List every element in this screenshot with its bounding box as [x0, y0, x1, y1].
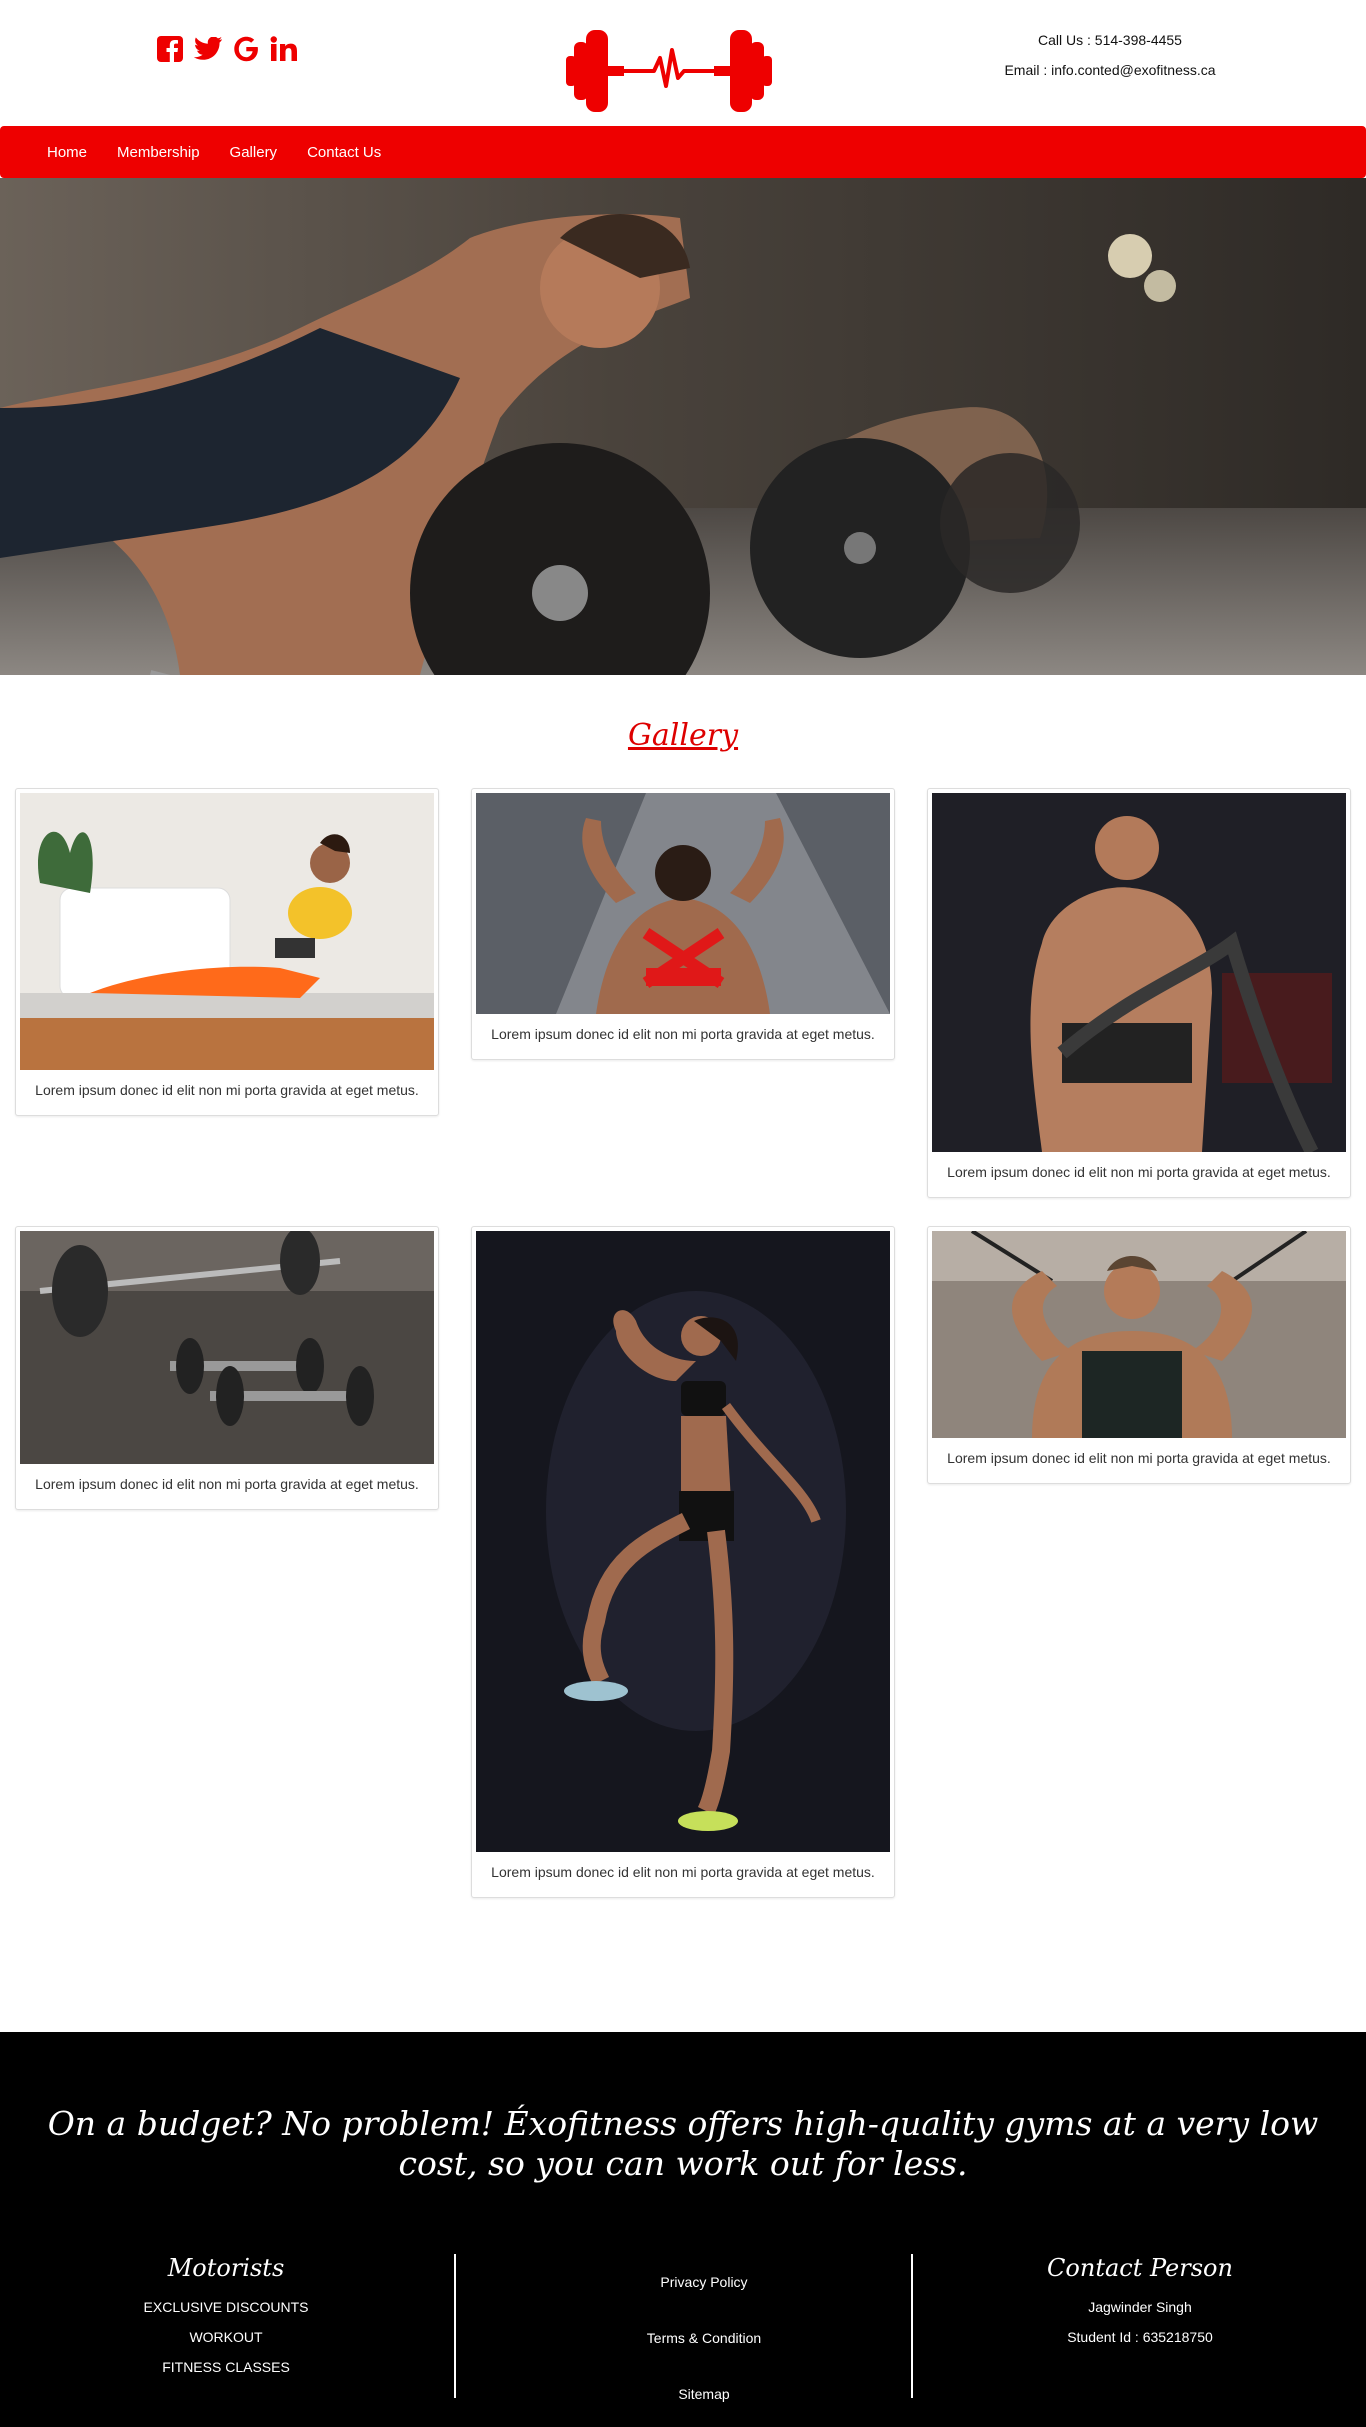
footer-divider	[911, 2254, 913, 2398]
footer-motorists-column: Motorists EXCLUSIVE DISCOUNTS WORKOUT FI…	[16, 2254, 436, 2382]
gallery-photo-woman-stretching	[20, 793, 434, 1070]
gallery-photo-man-cable-pull	[932, 1231, 1346, 1438]
nav-list: Home Membership Gallery Contact Us	[0, 126, 1366, 178]
footer-motorists-item[interactable]: FITNESS CLASSES	[16, 2352, 436, 2382]
gallery-photo-dumbbells	[20, 1231, 434, 1464]
gallery-card[interactable]: Lorem ipsum donec id elit non mi porta g…	[15, 788, 439, 1116]
gallery-card[interactable]: Lorem ipsum donec id elit non mi porta g…	[927, 1226, 1351, 1484]
header-contact: Call Us : 514-398-4455 Email : info.cont…	[960, 30, 1260, 90]
gallery-photo-woman-back-flex	[476, 793, 890, 1014]
gallery-caption: Lorem ipsum donec id elit non mi porta g…	[35, 1082, 419, 1098]
footer-contact-title: Contact Person	[1047, 2254, 1233, 2282]
dumbbell-logo[interactable]	[566, 28, 772, 114]
footer-privacy-link[interactable]: Privacy Policy	[494, 2272, 914, 2328]
nav-contact-us[interactable]: Contact Us	[292, 144, 396, 161]
nav-gallery[interactable]: Gallery	[215, 144, 293, 161]
gallery-caption: Lorem ipsum donec id elit non mi porta g…	[947, 1164, 1331, 1180]
header-email[interactable]: Email : info.conted@exofitness.ca	[960, 60, 1260, 90]
footer-divider	[454, 2254, 456, 2398]
gallery-heading: Gallery	[627, 718, 739, 753]
gallery-photo-woman-jumping	[476, 1231, 890, 1852]
gallery-caption: Lorem ipsum donec id elit non mi porta g…	[947, 1450, 1331, 1466]
footer-contact-column: Contact Person Jagwinder Singh Student I…	[930, 2254, 1350, 2352]
facebook-icon[interactable]	[156, 34, 184, 64]
nav-home[interactable]: Home	[32, 144, 102, 161]
footer-links-column: Privacy Policy Terms & Condition Sitemap	[494, 2272, 914, 2427]
footer-contact-name: Jagwinder Singh	[1088, 2299, 1192, 2315]
google-icon[interactable]	[232, 34, 260, 64]
gallery-caption: Lorem ipsum donec id elit non mi porta g…	[35, 1476, 419, 1492]
gallery-caption: Lorem ipsum donec id elit non mi porta g…	[491, 1026, 875, 1042]
gallery-caption: Lorem ipsum donec id elit non mi porta g…	[491, 1864, 875, 1880]
footer-tagline: On a budget? No problem! Éxofitness offe…	[47, 2104, 1319, 2183]
twitter-icon[interactable]	[194, 34, 222, 64]
nav-membership[interactable]: Membership	[102, 144, 215, 161]
footer-terms-link[interactable]: Terms & Condition	[494, 2328, 914, 2384]
main-navbar: Home Membership Gallery Contact Us	[0, 126, 1366, 178]
header-phone: Call Us : 514-398-4455	[1038, 32, 1182, 48]
gallery-card[interactable]: Lorem ipsum donec id elit non mi porta g…	[927, 788, 1351, 1198]
footer-motorists-item[interactable]: EXCLUSIVE DISCOUNTS	[16, 2292, 436, 2322]
hero-banner-image	[0, 178, 1366, 675]
gallery-card[interactable]: Lorem ipsum donec id elit non mi porta g…	[15, 1226, 439, 1510]
footer-sitemap-link[interactable]: Sitemap	[494, 2384, 914, 2427]
site-footer: On a budget? No problem! Éxofitness offe…	[0, 2032, 1366, 2427]
gallery-photo-man-battle-ropes	[932, 793, 1346, 1152]
footer-motorists-title: Motorists	[167, 2254, 285, 2282]
footer-student-id: Student Id : 635218750	[1067, 2329, 1213, 2345]
footer-motorists-item[interactable]: WORKOUT	[16, 2322, 436, 2352]
gallery-card[interactable]: Lorem ipsum donec id elit non mi porta g…	[471, 1226, 895, 1898]
linkedin-icon[interactable]	[270, 34, 298, 64]
site-header: Call Us : 514-398-4455 Email : info.cont…	[0, 0, 1366, 126]
gallery-card[interactable]: Lorem ipsum donec id elit non mi porta g…	[471, 788, 895, 1060]
social-links	[156, 34, 298, 64]
